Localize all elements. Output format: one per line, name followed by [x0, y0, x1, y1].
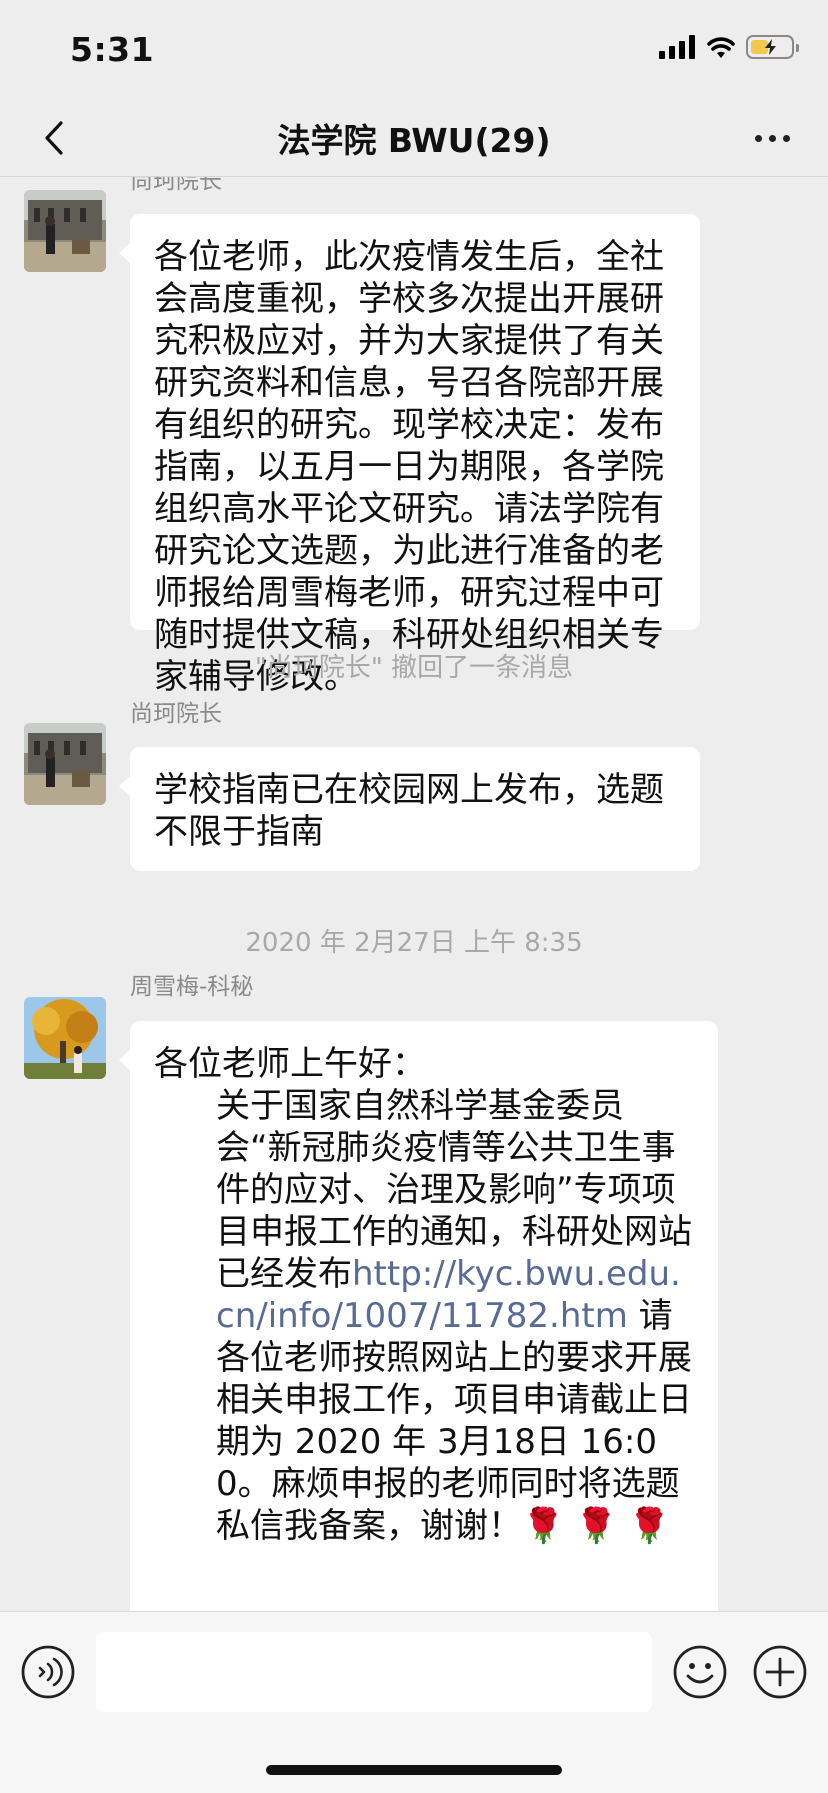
more-dots-icon	[754, 134, 762, 142]
recall-notice: "尚珂院长" 撤回了一条消息	[254, 653, 574, 683]
message-list[interactable]: 尚珂院长 各位老师，此次疫情发生后，全社会高度重视，学校多次提出开展研究积极应对…	[0, 177, 828, 1611]
add-button[interactable]	[752, 1644, 808, 1700]
wifi-icon	[707, 37, 735, 58]
timestamp: 2020 年 2月27日 上午 8:35	[245, 928, 583, 958]
avatar[interactable]	[24, 997, 106, 1079]
chat-title: 法学院 BWU(29)	[277, 121, 551, 160]
cellular-signal-icon	[659, 35, 695, 59]
message-text: 各位老师，此次疫情发生后，全社会高度重视，学校多次提出开展研究积极应对，并为大家…	[154, 237, 664, 697]
sender-name: 周雪梅-科秘	[130, 974, 254, 1000]
message-greeting: 各位老师上午好：	[154, 1044, 426, 1084]
home-indicator[interactable]	[266, 1765, 562, 1775]
battery-charging-icon	[746, 35, 799, 59]
message-bubble[interactable]: 学校指南已在校园网上发布，选题不限于指南	[119, 747, 700, 871]
voice-icon	[21, 1645, 75, 1699]
avatar[interactable]	[24, 723, 106, 805]
more-button[interactable]	[746, 118, 798, 158]
plus-circle-icon	[753, 1645, 807, 1699]
status-time: 5:31	[70, 30, 155, 69]
sender-name: 尚珂院长	[130, 701, 222, 727]
emoji-button[interactable]	[672, 1644, 728, 1700]
status-bar: 5:31	[0, 0, 828, 100]
chat-header: 法学院 BWU(29)	[0, 100, 828, 177]
status-icons	[659, 34, 799, 60]
message-body: 关于国家自然科学基金委员会“新冠肺炎疫情等公共卫生事件的应对、治理及影响”专项项…	[154, 1085, 694, 1547]
message-bubble[interactable]: 各位老师，此次疫情发生后，全社会高度重视，学校多次提出开展研究积极应对，并为大家…	[119, 214, 700, 697]
avatar[interactable]	[24, 190, 106, 272]
message-input[interactable]	[96, 1632, 652, 1712]
message-text: 学校指南已在校园网上发布，选题不限于指南	[154, 770, 664, 852]
message-bubble[interactable]: 各位老师上午好： 关于国家自然科学基金委员会“新冠肺炎疫情等公共卫生事件的应对、…	[119, 1021, 718, 1611]
voice-button[interactable]	[20, 1644, 76, 1700]
sender-name: 尚珂院长	[130, 177, 222, 194]
rose-emoji: 🌹 🌹 🌹	[522, 1506, 671, 1546]
emoji-icon	[673, 1645, 727, 1699]
